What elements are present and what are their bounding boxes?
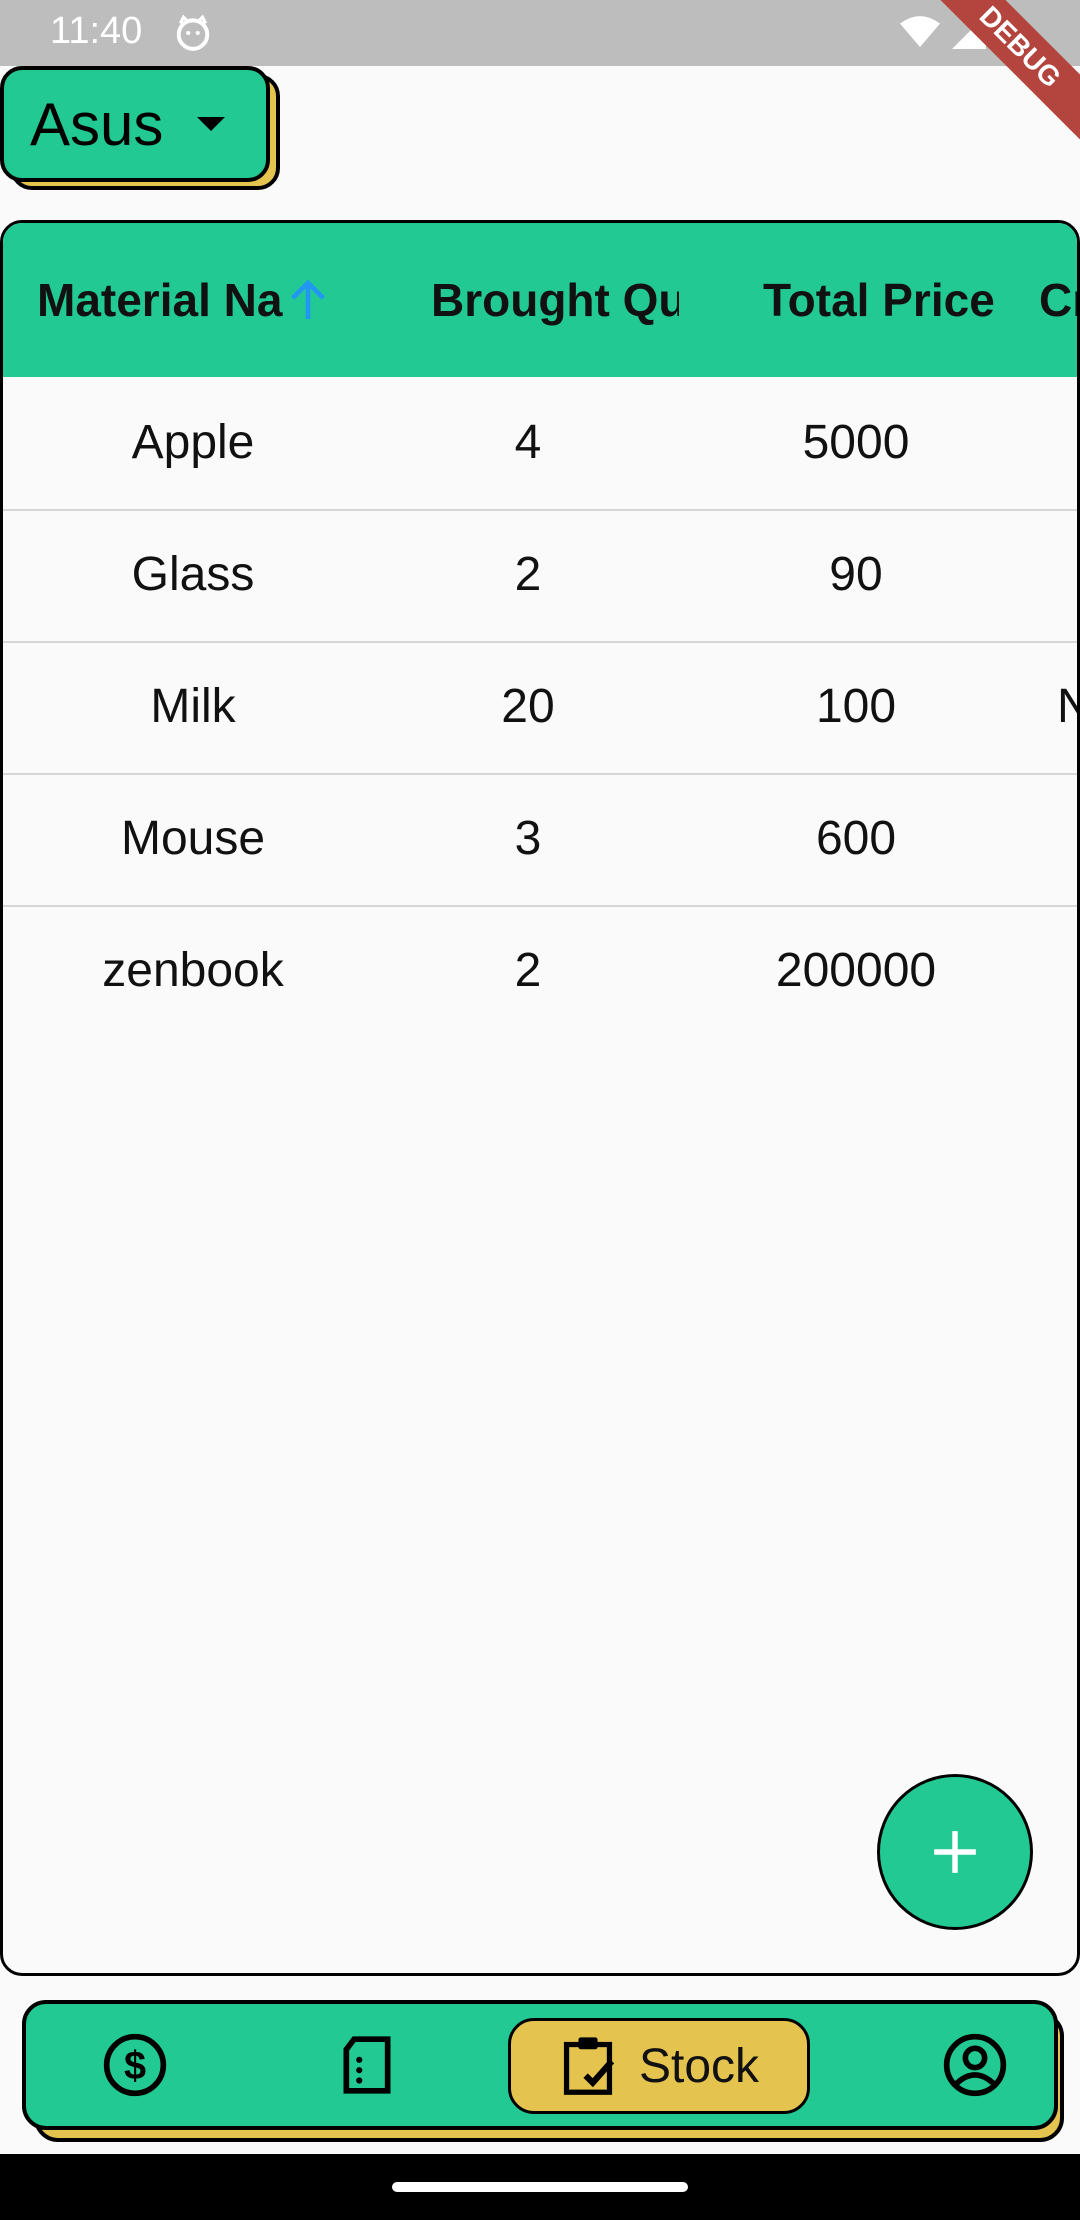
column-header-created[interactable]: Cr (1039, 223, 1077, 377)
nav-item-stock-label: Stock (638, 2039, 760, 2093)
cell-material-name: Mouse (120, 812, 266, 865)
cell-total-price: 600 (815, 812, 897, 865)
dropdown-selected-value: Asus (30, 90, 164, 158)
svg-text:$: $ (124, 2044, 146, 2088)
table-row[interactable]: zenbook 2 200000 (3, 905, 1077, 1037)
cell-brought-quantity: 4 (514, 416, 542, 469)
status-time: 11:40 (50, 10, 143, 52)
document-icon (343, 2036, 391, 2094)
sort-ascending-icon[interactable] (285, 275, 331, 325)
stock-table: Material Na Brought Qu Total Price Cr Ap… (0, 220, 1080, 1976)
cell-material-name: Apple (131, 416, 255, 469)
column-header-brought-quantity[interactable]: Brought Qu (431, 223, 679, 377)
cell-total-price: 5000 (802, 416, 910, 469)
caret-down-icon (197, 117, 226, 131)
cell-total-price: 100 (815, 680, 897, 733)
cell-created (1057, 773, 1077, 905)
nav-item-documents[interactable] (302, 2004, 432, 2126)
table-row[interactable]: Mouse 3 600 (3, 773, 1077, 907)
cell-brought-quantity: 2 (514, 944, 542, 997)
table-row[interactable]: Milk 20 100 N (3, 641, 1077, 775)
status-bar: 11:40 (0, 0, 1080, 66)
account-circle-icon (943, 2033, 1007, 2097)
add-material-button[interactable] (877, 1774, 1033, 1930)
nav-item-profile[interactable] (910, 2004, 1040, 2126)
wifi-icon (900, 16, 940, 47)
bottom-nav: $ Stock (22, 2000, 1058, 2130)
column-header-total-price[interactable]: Total Price (763, 223, 1003, 377)
nav-item-sales[interactable]: $ (70, 2004, 200, 2126)
cell-total-price: 200000 (775, 944, 937, 997)
cell-created (1057, 905, 1077, 1037)
table-row[interactable]: Glass 2 90 (3, 509, 1077, 643)
cell-brought-quantity: 2 (514, 548, 542, 601)
home-handle[interactable] (392, 2182, 688, 2192)
cell-material-name: Glass (131, 548, 255, 601)
cell-created (1057, 377, 1077, 509)
dollar-icon: $ (103, 2033, 167, 2097)
cell-created (1057, 509, 1077, 641)
nav-item-stock[interactable]: Stock (508, 2018, 810, 2114)
cell-material-name: Milk (150, 680, 236, 733)
cell-brought-quantity: 3 (514, 812, 542, 865)
cell-created: N (1057, 641, 1077, 773)
clipboard-check-icon (563, 2037, 615, 2095)
plus-icon (934, 1831, 976, 1873)
cell-brought-quantity: 20 (501, 680, 555, 733)
system-navigation-bar (0, 2154, 1080, 2220)
cell-material-name: zenbook (102, 944, 284, 997)
cell-total-price: 90 (829, 548, 883, 601)
column-header-material-name[interactable]: Material Na (37, 223, 285, 377)
table-row[interactable]: Apple 4 5000 (3, 377, 1077, 511)
notification-cat-icon (176, 14, 210, 51)
table-header: Material Na Brought Qu Total Price Cr (3, 223, 1077, 377)
company-dropdown[interactable]: Asus (0, 66, 270, 182)
